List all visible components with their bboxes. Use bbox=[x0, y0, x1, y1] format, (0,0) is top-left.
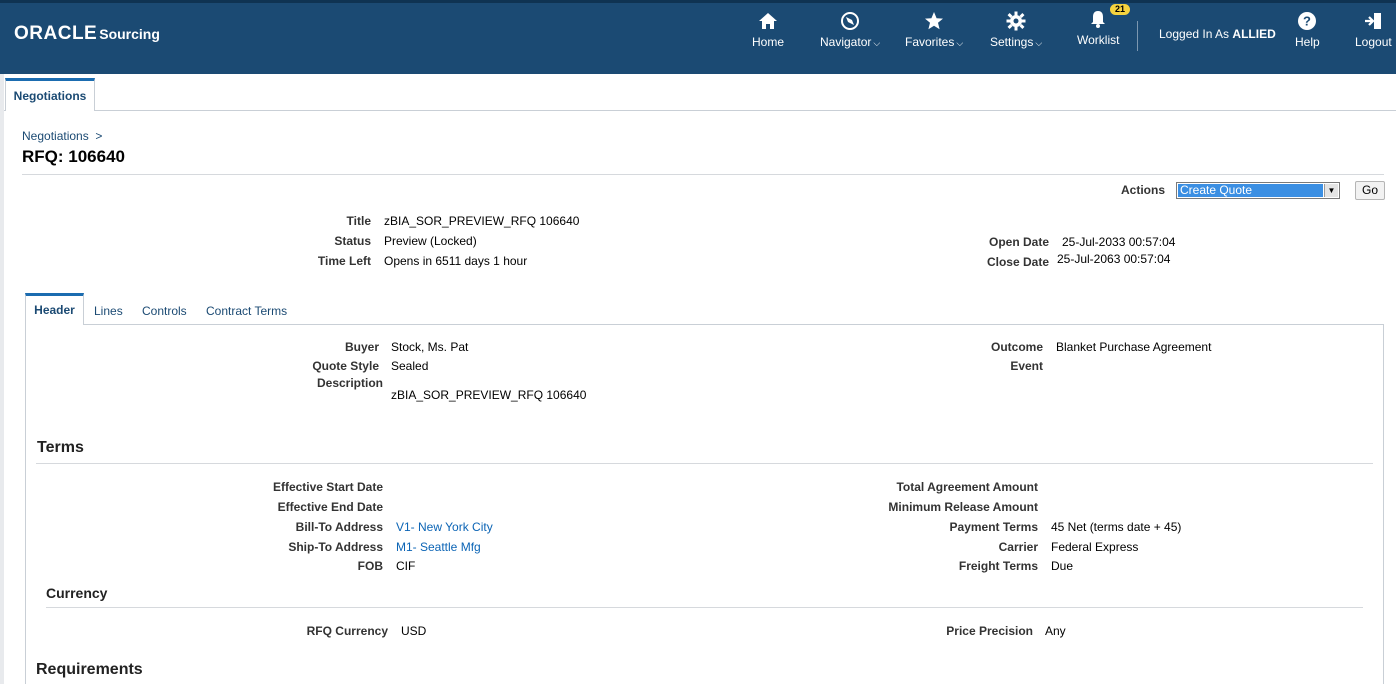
breadcrumb: Negotiations > bbox=[22, 129, 102, 143]
outcome-label: Outcome bbox=[990, 340, 1043, 354]
time-left-label: Time Left bbox=[317, 254, 371, 268]
tab-controls[interactable]: Controls bbox=[142, 304, 187, 318]
chevron-down-icon: ⌵ bbox=[873, 38, 881, 48]
tab-strip-divider bbox=[4, 110, 1396, 111]
chevron-down-icon: ⌵ bbox=[956, 38, 964, 48]
ship-to-address-link[interactable]: M1- Seattle Mfg bbox=[396, 540, 481, 554]
total-agreement-amount-label: Total Agreement Amount bbox=[896, 480, 1038, 494]
product-name: Sourcing bbox=[99, 26, 160, 42]
bill-to-address-label: Bill-To Address bbox=[295, 520, 383, 534]
terms-heading: Terms bbox=[37, 439, 84, 456]
payment-terms-value: 45 Net (terms date + 45) bbox=[1051, 520, 1182, 534]
tab-negotiations[interactable]: Negotiations bbox=[5, 78, 95, 111]
freight-terms-label: Freight Terms bbox=[958, 559, 1038, 573]
rfq-currency-value: USD bbox=[401, 624, 427, 638]
terms-divider bbox=[36, 463, 1373, 464]
compass-icon bbox=[841, 12, 860, 30]
payment-terms-label: Payment Terms bbox=[949, 520, 1038, 534]
close-date-label: Close Date bbox=[986, 255, 1049, 269]
description-value: zBIA_SOR_PREVIEW_RFQ 106640 bbox=[391, 388, 587, 402]
svg-text:?: ? bbox=[1303, 14, 1311, 29]
outcome-value: Blanket Purchase Agreement bbox=[1056, 340, 1212, 354]
home-icon bbox=[759, 13, 777, 29]
worklist-label: Worklist bbox=[1077, 33, 1120, 47]
rfq-currency-label: RFQ Currency bbox=[306, 624, 388, 638]
carrier-label: Carrier bbox=[998, 540, 1038, 554]
dropdown-arrow-icon[interactable]: ▼ bbox=[1324, 184, 1338, 197]
bill-to-address-link[interactable]: V1- New York City bbox=[396, 520, 493, 534]
go-button[interactable]: Go bbox=[1355, 181, 1385, 200]
currency-heading: Currency bbox=[46, 585, 108, 601]
status-label: Status bbox=[334, 234, 371, 248]
help-label: Help bbox=[1295, 35, 1320, 49]
help-button[interactable]: ? Help bbox=[1295, 11, 1320, 49]
quote-style-value: Sealed bbox=[391, 359, 429, 373]
logged-in-username: ALLIED bbox=[1232, 27, 1276, 41]
navigator-button[interactable]: Navigator ⌵ bbox=[820, 11, 880, 49]
actions-selected-value: Create Quote bbox=[1178, 184, 1323, 197]
home-button[interactable]: Home bbox=[752, 11, 784, 49]
title-label: Title bbox=[346, 214, 371, 228]
actions-label: Actions bbox=[1121, 183, 1166, 197]
logged-in-user: Logged In As ALLIED bbox=[1159, 27, 1276, 41]
worklist-count-badge: 21 bbox=[1110, 4, 1131, 15]
ship-to-address-label: Ship-To Address bbox=[288, 540, 383, 554]
requirements-heading: Requirements bbox=[36, 661, 143, 678]
effective-start-date-label: Effective Start Date bbox=[272, 480, 383, 494]
currency-divider bbox=[46, 607, 1363, 608]
header-tab-panel bbox=[25, 324, 1384, 684]
global-header: ORACLE Sourcing Home Navigator ⌵ Favorites… bbox=[0, 0, 1396, 74]
open-date-value: 25-Jul-2033 00:57:04 bbox=[1062, 235, 1176, 249]
description-label: Description bbox=[316, 376, 383, 390]
page-title: RFQ: 106640 bbox=[22, 147, 125, 166]
freight-terms-value: Due bbox=[1051, 559, 1074, 573]
star-icon bbox=[925, 12, 944, 30]
event-label: Event bbox=[1010, 359, 1043, 373]
breadcrumb-negotiations-link[interactable]: Negotiations bbox=[22, 129, 89, 143]
tab-header[interactable]: Header bbox=[25, 293, 84, 325]
logo-text: ORACLE bbox=[14, 23, 98, 44]
logout-label: Logout bbox=[1355, 35, 1392, 49]
logged-in-prefix: Logged In As bbox=[1159, 27, 1230, 41]
price-precision-value: Any bbox=[1045, 624, 1066, 638]
logout-icon bbox=[1365, 13, 1382, 29]
price-precision-label: Price Precision bbox=[946, 624, 1033, 638]
actions-select[interactable]: Create Quote ▼ bbox=[1176, 182, 1340, 199]
tab-lines[interactable]: Lines bbox=[94, 304, 123, 318]
carrier-value: Federal Express bbox=[1051, 540, 1139, 554]
time-left-value: Opens in 6511 days 1 hour bbox=[384, 254, 528, 268]
buyer-value: Stock, Ms. Pat bbox=[391, 340, 469, 354]
title-value: zBIA_SOR_PREVIEW_RFQ 106640 bbox=[384, 214, 580, 228]
left-gutter bbox=[0, 74, 4, 684]
logout-button[interactable]: Logout bbox=[1355, 11, 1392, 49]
help-icon: ? bbox=[1298, 12, 1317, 30]
breadcrumb-separator: > bbox=[95, 129, 103, 143]
oracle-logo: ORACLE Sourcing bbox=[14, 23, 160, 45]
buyer-label: Buyer bbox=[344, 340, 379, 354]
navigator-label: Navigator bbox=[820, 35, 872, 49]
fob-label: FOB bbox=[357, 559, 383, 573]
effective-end-date-label: Effective End Date bbox=[277, 500, 383, 514]
home-label: Home bbox=[752, 35, 785, 49]
settings-label: Settings bbox=[990, 35, 1034, 49]
tab-contract-terms[interactable]: Contract Terms bbox=[206, 304, 287, 318]
chevron-down-icon: ⌵ bbox=[1035, 38, 1043, 48]
favorites-label: Favorites bbox=[905, 35, 955, 49]
gear-icon bbox=[1006, 11, 1026, 31]
fob-value: CIF bbox=[396, 559, 416, 573]
title-divider bbox=[22, 174, 1384, 175]
minimum-release-amount-label: Minimum Release Amount bbox=[888, 500, 1038, 514]
favorites-button[interactable]: Favorites ⌵ bbox=[905, 11, 963, 49]
header-divider bbox=[1137, 21, 1138, 51]
close-date-value: 25-Jul-2063 00:57:04 bbox=[1057, 252, 1171, 266]
bell-icon bbox=[1091, 11, 1106, 28]
open-date-label: Open Date bbox=[988, 235, 1049, 249]
settings-button[interactable]: Settings ⌵ bbox=[990, 11, 1042, 49]
status-value: Preview (Locked) bbox=[384, 234, 477, 248]
quote-style-label: Quote Style bbox=[312, 359, 379, 373]
